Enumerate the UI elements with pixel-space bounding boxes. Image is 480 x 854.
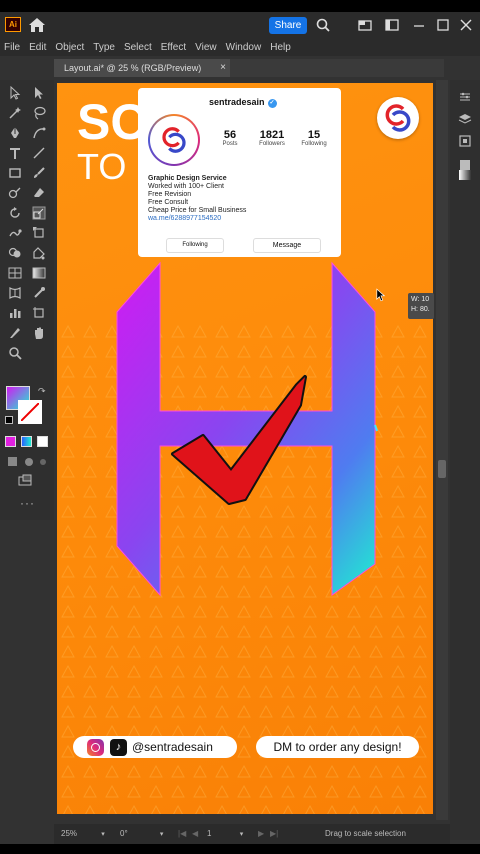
tools-panel: ↷ ···: [0, 80, 54, 520]
panels-dock: [450, 80, 480, 840]
previous-artboard-icon[interactable]: ◀: [192, 828, 198, 840]
menu-object[interactable]: Object: [55, 42, 84, 53]
last-artboard-icon[interactable]: ▶|: [270, 828, 278, 840]
menu-bar: File Edit Object Type Select Effect View…: [0, 38, 480, 56]
document-tab-label: Layout.ai* @ 25 % (RGB/Preview): [64, 63, 202, 73]
rotation-value: 0°: [120, 829, 128, 838]
artboard-dropdown[interactable]: 1 ▾: [207, 828, 247, 840]
none-mode-button[interactable]: [37, 436, 48, 447]
curvature-tool-icon[interactable]: [32, 126, 46, 140]
artboard-canvas[interactable]: SO TO sentradesain ✓ 56 Posts 1821 Follo…: [57, 83, 433, 814]
column-graph-tool-icon[interactable]: [8, 306, 22, 320]
direct-selection-tool-icon[interactable]: [32, 86, 46, 100]
properties-panel-icon[interactable]: [458, 90, 472, 104]
mouse-cursor-icon: [376, 288, 386, 302]
paintbrush-tool-icon[interactable]: [32, 166, 46, 180]
mesh-tool-icon[interactable]: [8, 286, 22, 300]
hand-tool-icon[interactable]: [32, 326, 46, 340]
scale-tool-icon[interactable]: [32, 206, 46, 220]
document-tab[interactable]: Layout.ai* @ 25 % (RGB/Preview) ×: [54, 59, 230, 77]
shape-builder-tool-icon[interactable]: [8, 246, 22, 260]
menu-view[interactable]: View: [195, 42, 217, 53]
slice-tool-icon[interactable]: [8, 326, 22, 340]
lasso-tool-icon[interactable]: [32, 106, 46, 120]
next-artboard-icon[interactable]: ▶: [258, 828, 264, 840]
stroke-swatch[interactable]: [18, 400, 42, 424]
cta-text: DM to order any design!: [273, 740, 402, 754]
gradient-tool-icon[interactable]: [32, 266, 46, 280]
workspace-icon[interactable]: [385, 18, 399, 32]
zoom-dropdown[interactable]: 25% ▾: [61, 828, 111, 840]
first-artboard-icon[interactable]: |◀: [178, 828, 186, 840]
draw-normal-icon[interactable]: [6, 455, 20, 469]
free-transform-tool-icon[interactable]: [32, 226, 46, 240]
tiktok-icon: ♪: [110, 738, 127, 756]
menu-help[interactable]: Help: [270, 42, 291, 53]
swap-fill-stroke-icon[interactable]: ↷: [38, 386, 46, 397]
warp-tool-icon[interactable]: [8, 226, 22, 240]
shaper-tool-icon[interactable]: [8, 186, 22, 200]
line-segment-tool-icon[interactable]: [32, 146, 46, 160]
default-colors-icon[interactable]: [5, 416, 13, 424]
menu-file[interactable]: File: [4, 42, 20, 53]
search-icon[interactable]: [316, 18, 330, 32]
none-stroke-icon: [21, 403, 39, 421]
status-bar: 25% ▾ 0° ▾ |◀ ◀ 1 ▾ ▶ ▶| Drag to scale s…: [54, 824, 450, 844]
chevron-down-icon: ▾: [239, 831, 244, 838]
draw-behind-icon[interactable]: [22, 455, 36, 469]
instagram-icon: [87, 738, 104, 756]
live-paint-tool-icon[interactable]: [32, 246, 46, 260]
tab-close-icon[interactable]: ×: [220, 59, 226, 77]
edit-toolbar-icon[interactable]: ···: [20, 496, 35, 510]
menu-edit[interactable]: Edit: [29, 42, 46, 53]
document-tabs: Layout.ai* @ 25 % (RGB/Preview) ×: [54, 59, 444, 77]
share-button[interactable]: Share: [269, 17, 307, 34]
zoom-value: 25%: [61, 829, 78, 838]
illustrator-logo: Ai: [5, 17, 21, 32]
pen-tool-icon[interactable]: [8, 126, 22, 140]
transform-readout: W: 10 H: 80.: [408, 293, 434, 319]
gradient-mode-button[interactable]: [21, 436, 32, 447]
menu-effect[interactable]: Effect: [161, 42, 186, 53]
scrollbar-thumb[interactable]: [438, 460, 446, 478]
selection-tool-icon[interactable]: [8, 86, 22, 100]
eraser-tool-icon[interactable]: [32, 186, 46, 200]
width-readout: W: 10: [411, 296, 430, 303]
illustrator-window: Ai Share File Edit Object Type Select Ef…: [0, 12, 480, 844]
magic-wand-tool-icon[interactable]: [8, 106, 22, 120]
eyedropper-tool-icon[interactable]: [32, 286, 46, 300]
layers-panel-icon[interactable]: [458, 112, 472, 126]
maximize-icon[interactable]: [436, 18, 450, 32]
vertical-scrollbar[interactable]: [436, 80, 448, 820]
home-icon[interactable]: [28, 17, 46, 33]
libraries-panel-icon[interactable]: [458, 134, 472, 148]
rectangle-tool-icon[interactable]: [8, 166, 22, 180]
chevron-down-icon: ▾: [101, 831, 105, 838]
title-bar: Ai Share: [0, 12, 480, 38]
type-tool-icon[interactable]: [8, 146, 22, 160]
height-readout: H: 80.: [411, 306, 430, 313]
menu-select[interactable]: Select: [124, 42, 152, 53]
social-handle-pill: ♪ @sentradesain: [73, 736, 237, 758]
draw-inside-icon[interactable]: [36, 455, 50, 469]
arrange-documents-icon[interactable]: [358, 18, 372, 32]
minimize-icon[interactable]: [412, 18, 426, 32]
close-icon[interactable]: [459, 18, 473, 32]
color-mode-button[interactable]: [5, 436, 16, 447]
menu-window[interactable]: Window: [226, 42, 262, 53]
artboard-tool-icon[interactable]: [32, 306, 46, 320]
artboard-number: 1: [207, 829, 212, 838]
h-logo-artwork[interactable]: [57, 83, 433, 814]
zoom-tool-icon[interactable]: [8, 346, 22, 360]
rotation-dropdown[interactable]: 0° ▾: [120, 828, 170, 840]
rotate-tool-icon[interactable]: [8, 206, 22, 220]
cta-pill: DM to order any design!: [256, 736, 419, 758]
status-hint: Drag to scale selection: [325, 829, 406, 838]
perspective-grid-tool-icon[interactable]: [8, 266, 22, 280]
gradient-panel-icon[interactable]: [458, 168, 472, 182]
social-handle: @sentradesain: [132, 740, 213, 754]
screen-mode-icon[interactable]: [18, 474, 32, 488]
menu-type[interactable]: Type: [93, 42, 115, 53]
chevron-down-icon: ▾: [159, 831, 164, 838]
